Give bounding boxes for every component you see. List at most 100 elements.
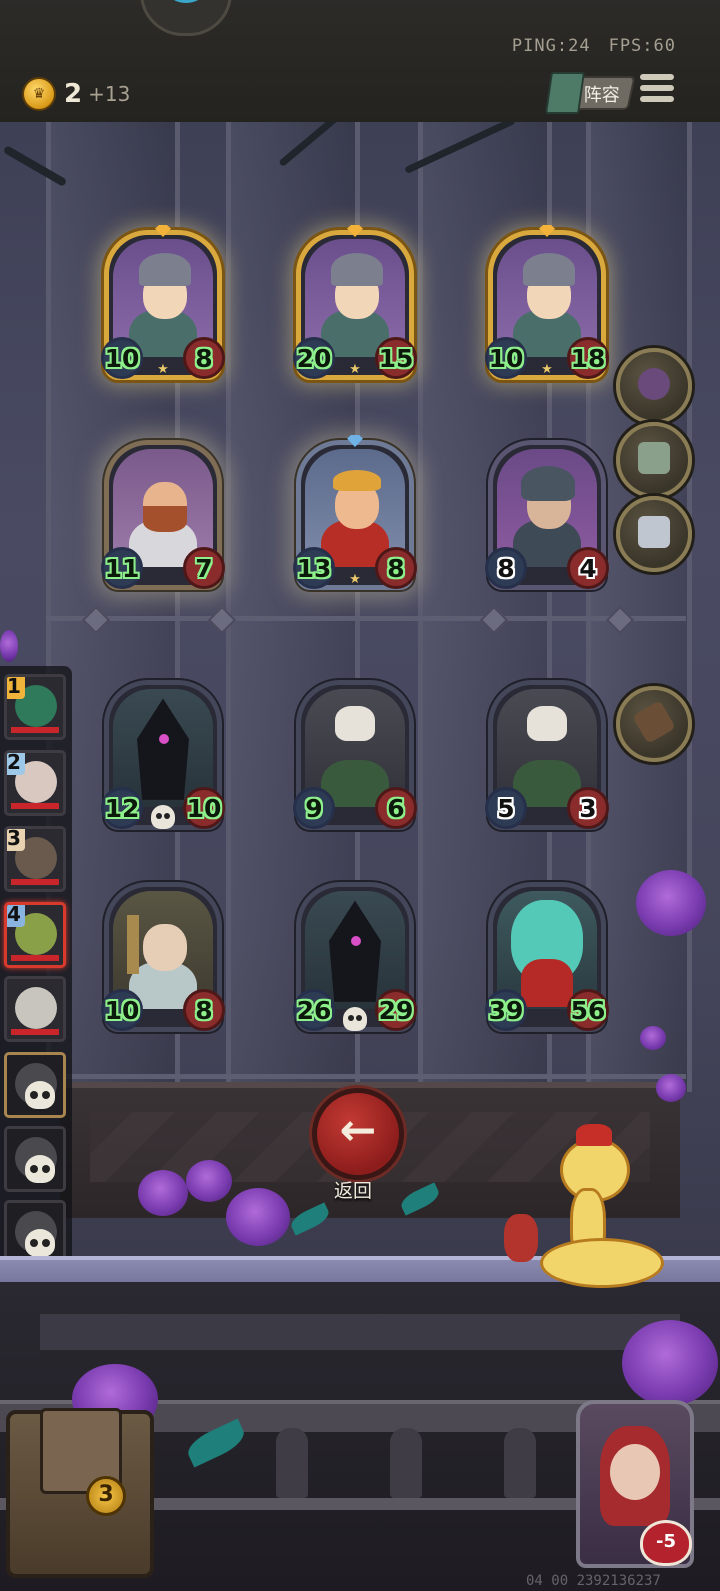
voodoo-doll-relic-icon[interactable] xyxy=(616,348,692,424)
rose-decoration xyxy=(622,1320,718,1406)
eliminated-opponent[interactable] xyxy=(4,1126,66,1192)
fps-text: FPS:60 xyxy=(608,36,676,56)
attack-stat: 26 xyxy=(293,989,335,1031)
treasure-chest-icon[interactable]: 3 xyxy=(6,1408,154,1578)
health-stat: 8 xyxy=(183,989,225,1031)
gold-display: ♛ 2 +13 xyxy=(22,77,130,111)
minion-card[interactable]: 39 56 xyxy=(485,882,609,1032)
star-icon: ★ xyxy=(349,572,361,587)
stage-step xyxy=(40,1314,680,1354)
balcony-baluster xyxy=(504,1428,536,1498)
attack-stat: 9 xyxy=(293,787,335,829)
top-bar: PING:24 FPS:60 ♛ 2 +13 阵容 xyxy=(0,0,720,125)
snake-pet[interactable] xyxy=(500,1124,670,1288)
opponent-health-bar xyxy=(11,727,59,733)
opponent-entry[interactable]: 1 xyxy=(4,674,66,740)
skull-icon xyxy=(25,1081,55,1109)
attack-stat: 10 xyxy=(101,989,143,1031)
rank-badge: 2 xyxy=(7,753,25,775)
session-id-watermark: 04 00 2392136237 xyxy=(526,1573,661,1589)
window-divider xyxy=(46,616,686,621)
opponent-entry[interactable]: 3 xyxy=(4,826,66,892)
minion-card[interactable]: ★ 10 18 xyxy=(485,225,609,380)
skull-icon xyxy=(151,805,175,829)
tier-gem-icon xyxy=(347,435,363,447)
minion-card[interactable]: 11 7 xyxy=(101,440,225,590)
coffin-relic-icon[interactable] xyxy=(616,686,692,762)
health-stat: 29 xyxy=(375,989,417,1031)
opponent-list: 1 2 3 4 xyxy=(0,666,72,1276)
health-stat: 4 xyxy=(567,547,609,589)
back-label: 返回 xyxy=(333,1180,372,1202)
health-stat: 8 xyxy=(183,337,225,379)
minion-card[interactable]: 12 10 xyxy=(101,680,225,830)
back-button[interactable]: ← xyxy=(312,1088,404,1180)
attack-stat: 5 xyxy=(485,787,527,829)
opponent-entry[interactable] xyxy=(4,976,66,1042)
rose-decoration xyxy=(636,870,706,936)
minion-card[interactable]: ★ 13 8 xyxy=(293,435,417,590)
lighter-relic-icon[interactable] xyxy=(616,496,692,572)
health-stat: 6 xyxy=(375,787,417,829)
hero-portrait[interactable]: -5 xyxy=(576,1400,694,1568)
golden-star-icon: ★ xyxy=(541,362,553,377)
attack-stat: 12 xyxy=(101,787,143,829)
opponent-health-bar xyxy=(11,955,59,961)
health-stat: 10 xyxy=(183,787,225,829)
minion-card[interactable]: 8 4 xyxy=(485,440,609,590)
health-stat: 7 xyxy=(183,547,225,589)
hero-health-heart: -5 xyxy=(640,1520,692,1566)
rose-decoration xyxy=(0,630,18,662)
window-divider xyxy=(46,1074,686,1079)
golden-star-icon: ★ xyxy=(157,362,169,377)
attack-stat: 39 xyxy=(485,989,527,1031)
rose-decoration xyxy=(226,1188,290,1246)
player-emblem-icon[interactable] xyxy=(140,0,232,36)
opponent-avatar xyxy=(15,987,57,1029)
book-icon xyxy=(545,72,585,114)
golden-star-icon: ★ xyxy=(349,362,361,377)
menu-icon[interactable] xyxy=(640,74,674,106)
attack-stat: 10 xyxy=(101,337,143,379)
skull-icon xyxy=(25,1155,55,1183)
lineup-label: 阵容 xyxy=(583,85,620,106)
lineup-button[interactable]: 阵容 xyxy=(545,72,636,114)
opponent-health-bar xyxy=(11,803,59,809)
ping-text: PING:24 xyxy=(511,36,591,56)
minion-card[interactable]: 5 3 xyxy=(485,680,609,830)
attack-stat: 11 xyxy=(101,547,143,589)
minion-card[interactable]: 26 29 xyxy=(293,882,417,1032)
attack-stat: 10 xyxy=(485,337,527,379)
minion-card[interactable]: 10 8 xyxy=(101,882,225,1032)
rose-decoration xyxy=(656,1074,686,1102)
rose-decoration xyxy=(138,1170,188,1216)
gold-amount: 2 xyxy=(64,79,83,109)
health-stat: 8 xyxy=(375,547,417,589)
network-status: PING:24 FPS:60 xyxy=(512,36,676,56)
opponent-health-bar xyxy=(11,879,59,885)
cash-stack-relic-icon[interactable] xyxy=(616,422,692,498)
opponent-health-bar xyxy=(11,1029,59,1035)
skull-icon xyxy=(25,1229,55,1257)
rank-badge: 3 xyxy=(7,829,25,851)
skull-icon xyxy=(343,1007,367,1031)
minion-card[interactable]: ★ 10 8 xyxy=(101,225,225,380)
eliminated-opponent[interactable] xyxy=(4,1052,66,1118)
tier-gem-icon xyxy=(155,225,171,237)
attack-stat: 20 xyxy=(293,337,335,379)
opponent-entry-current[interactable]: 4 xyxy=(4,902,66,968)
opponent-entry[interactable]: 2 xyxy=(4,750,66,816)
chest-count-badge: 3 xyxy=(86,1476,126,1516)
minion-card[interactable]: 9 6 xyxy=(293,680,417,830)
balcony-baluster xyxy=(390,1428,422,1498)
gold-income: +13 xyxy=(88,82,131,106)
tier-gem-icon xyxy=(539,225,555,237)
health-stat: 18 xyxy=(567,337,609,379)
back-arrow-icon: ← xyxy=(339,1105,377,1156)
minion-card[interactable]: ★ 20 15 xyxy=(293,225,417,380)
health-stat: 3 xyxy=(567,787,609,829)
rose-decoration xyxy=(640,1026,666,1050)
attack-stat: 13 xyxy=(293,547,335,589)
tier-gem-icon xyxy=(347,225,363,237)
rose-decoration xyxy=(186,1160,232,1202)
